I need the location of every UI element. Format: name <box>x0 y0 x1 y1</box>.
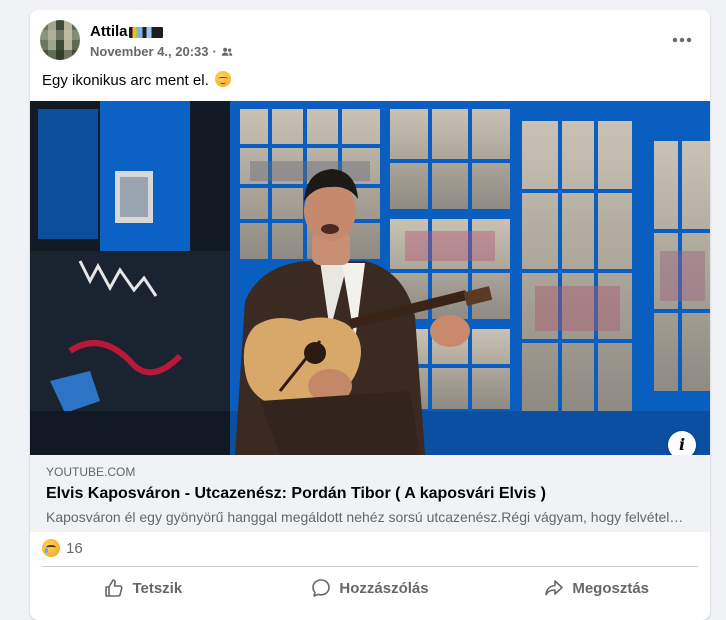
more-horizontal-icon <box>672 37 692 43</box>
post-timestamp[interactable]: November 4., 20:33 <box>90 44 209 59</box>
author-avatar[interactable] <box>40 20 80 60</box>
redacted-name-block <box>128 26 163 38</box>
post-card: Attila November 4., 20:33 · Egy ikonikus… <box>30 10 710 620</box>
video-thumbnail[interactable]: i <box>30 101 710 455</box>
reaction-count[interactable]: 16 <box>66 540 83 557</box>
post-message: Egy ikonikus arc ment el. <box>42 71 231 89</box>
post-header: Attila November 4., 20:33 · <box>30 10 710 70</box>
post-options-button[interactable] <box>668 28 696 52</box>
comment-button[interactable]: Hozzászólás <box>257 568 484 608</box>
share-button[interactable]: Megosztás <box>483 568 710 608</box>
author-name-link[interactable]: Attila <box>90 23 163 40</box>
meta-separator: · <box>212 44 217 59</box>
info-icon[interactable]: i <box>668 431 696 455</box>
street-musician-video-frame <box>30 101 710 455</box>
sad-reaction-icon <box>42 539 60 557</box>
author-name[interactable]: Attila <box>90 23 128 40</box>
friends-icon[interactable] <box>221 46 233 58</box>
link-preview[interactable]: YOUTUBE.COM Elvis Kaposváron - Utcazenés… <box>30 455 710 532</box>
post-message-text: Egy ikonikus arc ment el. <box>42 72 209 89</box>
link-description: Kaposváron él egy gyönyörű hanggal megál… <box>46 509 686 525</box>
share-label: Megosztás <box>572 579 650 597</box>
pensive-face-emoji-icon <box>214 71 231 87</box>
comment-label: Hozzászólás <box>339 579 429 597</box>
actions-divider <box>42 566 698 567</box>
reactions-summary[interactable]: 16 <box>42 539 83 557</box>
post-meta: November 4., 20:33 · <box>90 44 233 59</box>
like-label: Tetszik <box>132 579 183 597</box>
post-actions: Tetszik Hozzászólás Megosztás <box>30 568 710 608</box>
like-button[interactable]: Tetszik <box>30 568 257 608</box>
link-title[interactable]: Elvis Kaposváron - Utcazenész: Pordán Ti… <box>46 485 546 503</box>
share-arrow-icon <box>545 580 564 596</box>
thumbs-up-icon <box>105 579 124 597</box>
link-domain: YOUTUBE.COM <box>46 465 136 479</box>
comment-bubble-icon <box>312 579 331 597</box>
